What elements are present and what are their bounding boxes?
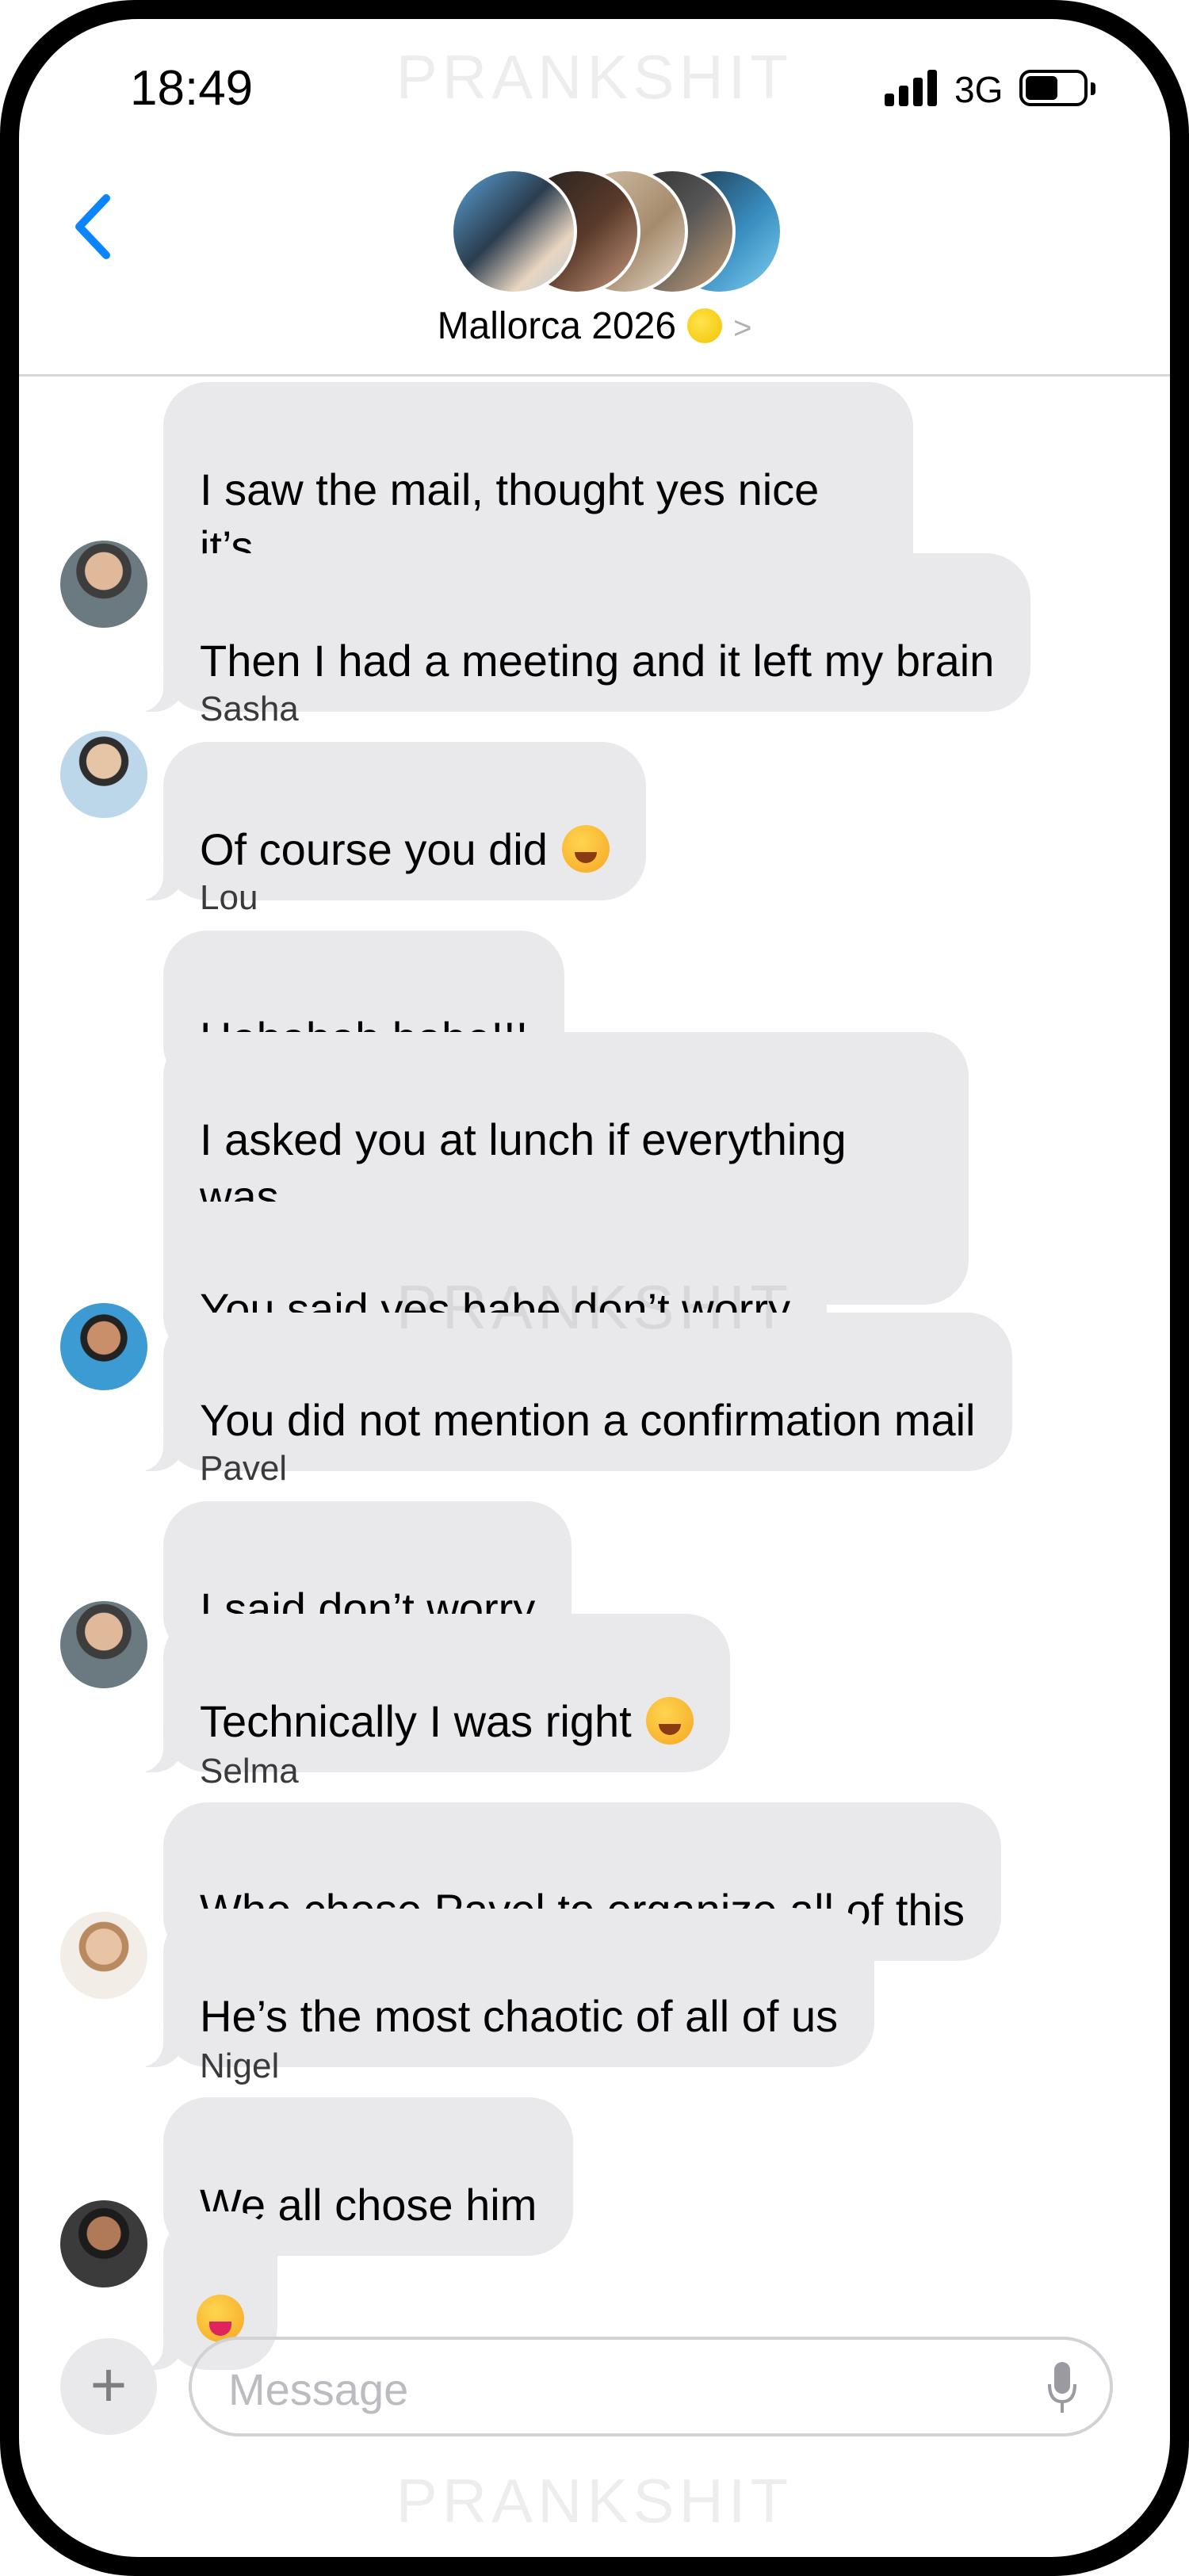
message-bubble[interactable]: Then I had a meeting and it left my brai… (129, 553, 1031, 712)
message-bubble[interactable]: He’s the most chaotic of all of us (129, 1909, 875, 2067)
chevron-right-icon: > (733, 311, 752, 346)
status-time: 18:49 (130, 61, 254, 116)
avatar-lou (60, 1303, 147, 1390)
group-avatar-1 (450, 168, 577, 295)
group-name[interactable]: Mallorca 2026 > (19, 304, 1170, 348)
message-bubble[interactable]: Of course you did (130, 742, 646, 900)
sender-name: Selma (200, 1752, 299, 1791)
watermark-bottom: PRANKSHIT (396, 2466, 793, 2536)
sender-name: Pavel (200, 1449, 288, 1488)
message-text: You did not mention a confirmation mail (200, 1395, 976, 1445)
avatar-pavel (60, 1601, 147, 1688)
battery-icon (1019, 70, 1088, 106)
message-input[interactable]: Message (189, 2337, 1113, 2436)
message-text: Then I had a meeting and it left my brai… (200, 636, 995, 686)
signal-icon (885, 70, 940, 106)
message-placeholder: Message (228, 2364, 409, 2414)
group-avatars[interactable] (450, 168, 783, 295)
sender-name: Lou (200, 878, 258, 917)
screen: 18:49 3G PRANKSHIT Mallorca 2026 > I saw… (19, 19, 1170, 2557)
avatar-sasha (60, 731, 147, 818)
winking-face-emoji (645, 1697, 694, 1745)
avatar-nigel (60, 2200, 147, 2287)
message-text: Of course you did (200, 824, 548, 874)
plus-button[interactable]: + (60, 2338, 157, 2435)
rolling-on-floor-laughing-emoji (561, 825, 610, 873)
lemon-emoji (687, 308, 723, 343)
network-label: 3G (954, 69, 1004, 110)
avatar-selma (60, 1912, 147, 1999)
battery-tip (1091, 82, 1095, 95)
microphone-icon[interactable] (1046, 2360, 1078, 2416)
sender-name: Sasha (200, 690, 299, 728)
avatar-pavel (60, 541, 147, 628)
message-bubble[interactable]: You did not mention a confirmation mail (130, 1313, 1012, 1471)
message-text: He’s the most chaotic of all of us (200, 1991, 839, 2041)
back-chevron-icon[interactable] (65, 187, 120, 266)
sender-name: Nigel (200, 2047, 280, 2085)
squinting-face-with-tongue-emoji (197, 2295, 244, 2342)
plus-icon: + (90, 2349, 128, 2420)
message-text: Technically I was right (200, 1696, 632, 1746)
phone-frame: 18:49 3G PRANKSHIT Mallorca 2026 > I saw… (0, 0, 1189, 2576)
header-divider (19, 374, 1170, 376)
group-name-label: Mallorca 2026 (437, 305, 677, 347)
message-bubble[interactable]: Technically I was right (130, 1614, 730, 1772)
